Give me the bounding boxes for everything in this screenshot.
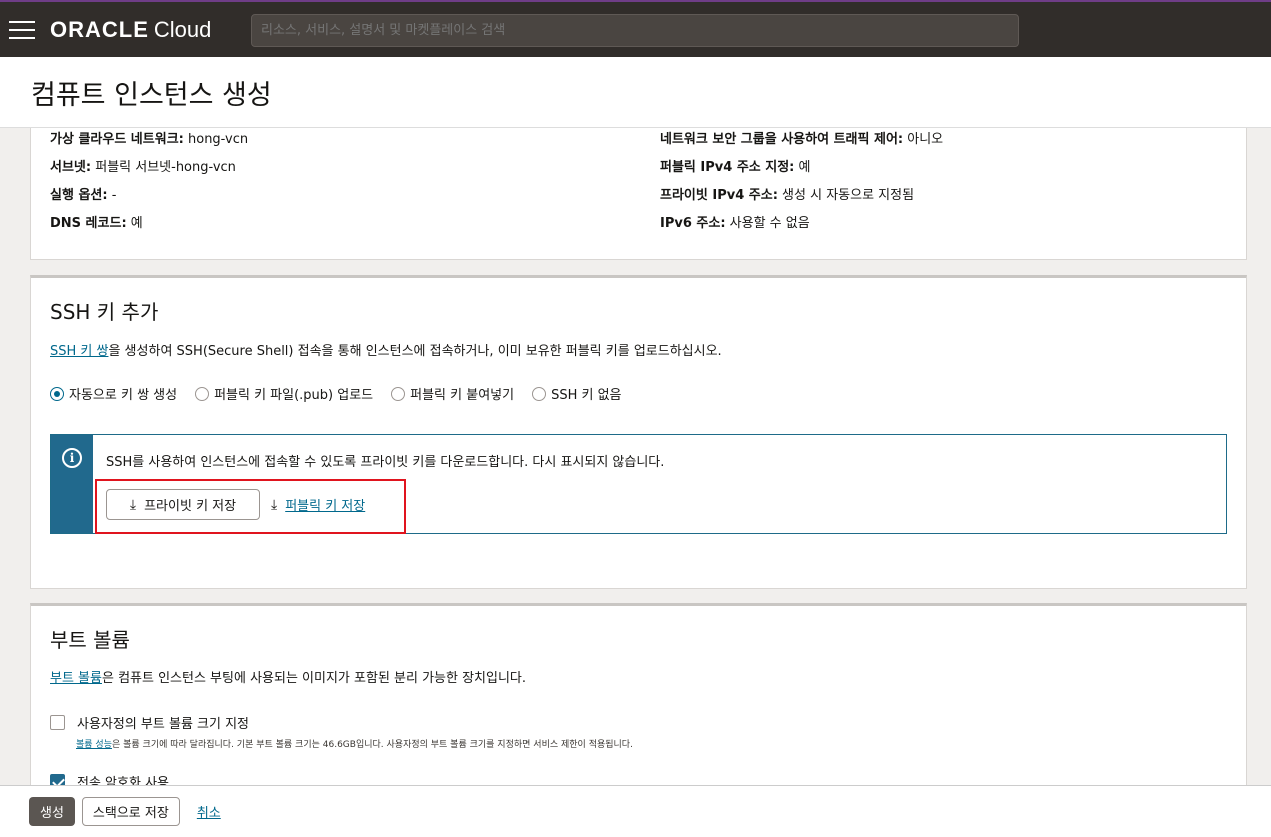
- boot-description: 부트 볼륨은 컴퓨트 인스턴스 부팅에 사용되는 이미지가 포함된 분리 가능한…: [50, 667, 526, 686]
- radio-label: 퍼블릭 키 파일(.pub) 업로드: [214, 388, 374, 403]
- info-message-text: SSH를 사용하여 인스턴스에 접속할 수 있도록 프라이빗 키를 다운로드합니…: [106, 455, 665, 470]
- save-private-key-button[interactable]: ⤓ 프라이빗 키 저장: [106, 489, 260, 520]
- ssh-key-pair-link[interactable]: SSH 키 쌍: [50, 344, 108, 359]
- top-navigation-bar: ORACLE Cloud: [0, 0, 1271, 57]
- volume-performance-note: 볼륨 성능은 볼륨 크기에 따라 달라집니다. 기본 부트 볼륨 크기는 46.…: [76, 737, 633, 750]
- info-strip: i: [51, 435, 93, 533]
- summary-value: 예: [798, 160, 811, 175]
- volume-note-text: 은 볼륨 크기에 따라 달라집니다. 기본 부트 볼륨 크기는 46.6GB입니…: [111, 740, 633, 750]
- summary-value: 아니오: [907, 132, 944, 147]
- ssh-option-radio-group: 자동으로 키 쌍 생성 퍼블릭 키 파일(.pub) 업로드 퍼블릭 키 붙여넣…: [50, 384, 640, 403]
- summary-value: hong-vcn: [188, 132, 249, 147]
- checkbox-label: 전송 암호화 사용: [77, 776, 169, 785]
- download-icon: ⤓: [271, 496, 278, 513]
- radio-unchecked-icon[interactable]: [195, 386, 210, 401]
- save-public-key-label[interactable]: 퍼블릭 키 저장: [285, 495, 365, 514]
- summary-label: 실행 옵션:: [50, 188, 108, 203]
- create-button[interactable]: 생성: [29, 797, 75, 826]
- info-icon: i: [62, 448, 82, 468]
- radio-checked-icon[interactable]: [50, 386, 64, 401]
- summary-value: 퍼블릭 서브넷-hong-vcn: [95, 160, 236, 175]
- summary-value: 예: [130, 216, 143, 231]
- summary-label: IPv6 주소:: [660, 216, 726, 231]
- radio-upload-public-key-file[interactable]: 퍼블릭 키 파일(.pub) 업로드: [195, 384, 373, 403]
- volume-performance-link[interactable]: 볼륨 성능: [76, 740, 112, 750]
- boot-volume-panel: 부트 볼륨 부트 볼륨은 컴퓨트 인스턴스 부팅에 사용되는 이미지가 포함된 …: [30, 603, 1247, 785]
- network-summary-item: 프라이빗 IPv4 주소: 생성 시 자동으로 지정됨: [660, 184, 914, 203]
- summary-label: 프라이빗 IPv4 주소:: [660, 188, 778, 203]
- logo-cloud-text: Cloud: [153, 16, 212, 42]
- radio-unchecked-icon[interactable]: [532, 386, 547, 401]
- save-public-key-link[interactable]: ⤓ 퍼블릭 키 저장: [271, 495, 365, 515]
- radio-generate-key-pair[interactable]: 자동으로 키 쌍 생성: [50, 384, 177, 403]
- boot-section-title: 부트 볼륨: [50, 628, 130, 652]
- radio-no-ssh-key[interactable]: SSH 키 없음: [532, 384, 622, 403]
- radio-unchecked-icon[interactable]: [391, 386, 406, 401]
- network-summary-item: 퍼블릭 IPv4 주소 지정: 예: [660, 156, 811, 175]
- page-header: 컴퓨트 인스턴스 생성: [0, 57, 1271, 128]
- checkbox-checked-icon[interactable]: [50, 774, 65, 785]
- ssh-key-panel: SSH 키 추가 SSH 키 쌍을 생성하여 SSH(Secure Shell)…: [30, 275, 1247, 589]
- radio-paste-public-key[interactable]: 퍼블릭 키 붙여넣기: [391, 384, 514, 403]
- summary-value: 생성 시 자동으로 지정됨: [782, 188, 915, 203]
- network-summary-item: DNS 레코드: 예: [50, 212, 143, 231]
- radio-label: 퍼블릭 키 붙여넣기: [410, 388, 515, 403]
- summary-label: DNS 레코드:: [50, 216, 127, 231]
- checkbox-label: 사용자정의 부트 볼륨 크기 지정: [77, 717, 250, 732]
- radio-label: SSH 키 없음: [551, 388, 622, 403]
- network-summary-item: 실행 옵션: -: [50, 184, 116, 203]
- ssh-section-title: SSH 키 추가: [50, 300, 159, 324]
- summary-label: 네트워크 보안 그룹을 사용하여 트래픽 제어:: [660, 132, 904, 147]
- summary-label: 가상 클라우드 네트워크:: [50, 132, 184, 147]
- global-search-input[interactable]: [251, 14, 1019, 47]
- network-summary-item: IPv6 주소: 사용할 수 없음: [660, 212, 810, 231]
- ssh-description: SSH 키 쌍을 생성하여 SSH(Secure Shell) 접속을 통해 인…: [50, 340, 722, 359]
- radio-label: 자동으로 키 쌍 생성: [69, 388, 178, 403]
- summary-label: 서브넷:: [50, 160, 92, 175]
- page-title: 컴퓨트 인스턴스 생성: [31, 80, 272, 111]
- checkbox-unchecked-icon[interactable]: [50, 715, 65, 730]
- summary-label: 퍼블릭 IPv4 주소 지정:: [660, 160, 795, 175]
- hamburger-menu-icon[interactable]: [9, 20, 35, 39]
- ssh-info-message: i SSH를 사용하여 인스턴스에 접속할 수 있도록 프라이빗 키를 다운로드…: [50, 434, 1227, 534]
- ssh-description-text: 을 생성하여 SSH(Secure Shell) 접속을 통해 인스턴스에 접속…: [108, 344, 722, 359]
- logo-oracle-text: ORACLE: [50, 16, 149, 42]
- network-summary-panel: 가상 클라우드 네트워크: hong-vcn 서브넷: 퍼블릭 서브넷-hong…: [30, 128, 1247, 260]
- save-private-key-label: 프라이빗 키 저장: [144, 499, 237, 514]
- in-transit-encryption-checkbox[interactable]: 전송 암호화 사용: [50, 772, 169, 785]
- summary-value: -: [111, 188, 117, 203]
- network-summary-item: 서브넷: 퍼블릭 서브넷-hong-vcn: [50, 156, 236, 175]
- boot-description-text: 은 컴퓨트 인스턴스 부팅에 사용되는 이미지가 포함된 분리 가능한 장치입니…: [101, 671, 527, 686]
- boot-volume-link[interactable]: 부트 볼륨: [50, 671, 102, 686]
- network-summary-item: 네트워크 보안 그룹을 사용하여 트래픽 제어: 아니오: [660, 128, 943, 147]
- network-summary-item: 가상 클라우드 네트워크: hong-vcn: [50, 128, 248, 147]
- custom-boot-volume-size-checkbox[interactable]: 사용자정의 부트 볼륨 크기 지정: [50, 713, 249, 732]
- summary-value: 사용할 수 없음: [729, 216, 810, 231]
- oracle-cloud-logo[interactable]: ORACLE Cloud: [50, 17, 211, 43]
- save-as-stack-button[interactable]: 스택으로 저장: [81, 797, 180, 826]
- cancel-link[interactable]: 취소: [197, 802, 221, 821]
- footer-action-bar: 생성 스택으로 저장 취소: [0, 785, 1271, 837]
- download-icon: ⤓: [129, 496, 137, 513]
- main-content[interactable]: 가상 클라우드 네트워크: hong-vcn 서브넷: 퍼블릭 서브넷-hong…: [0, 128, 1271, 785]
